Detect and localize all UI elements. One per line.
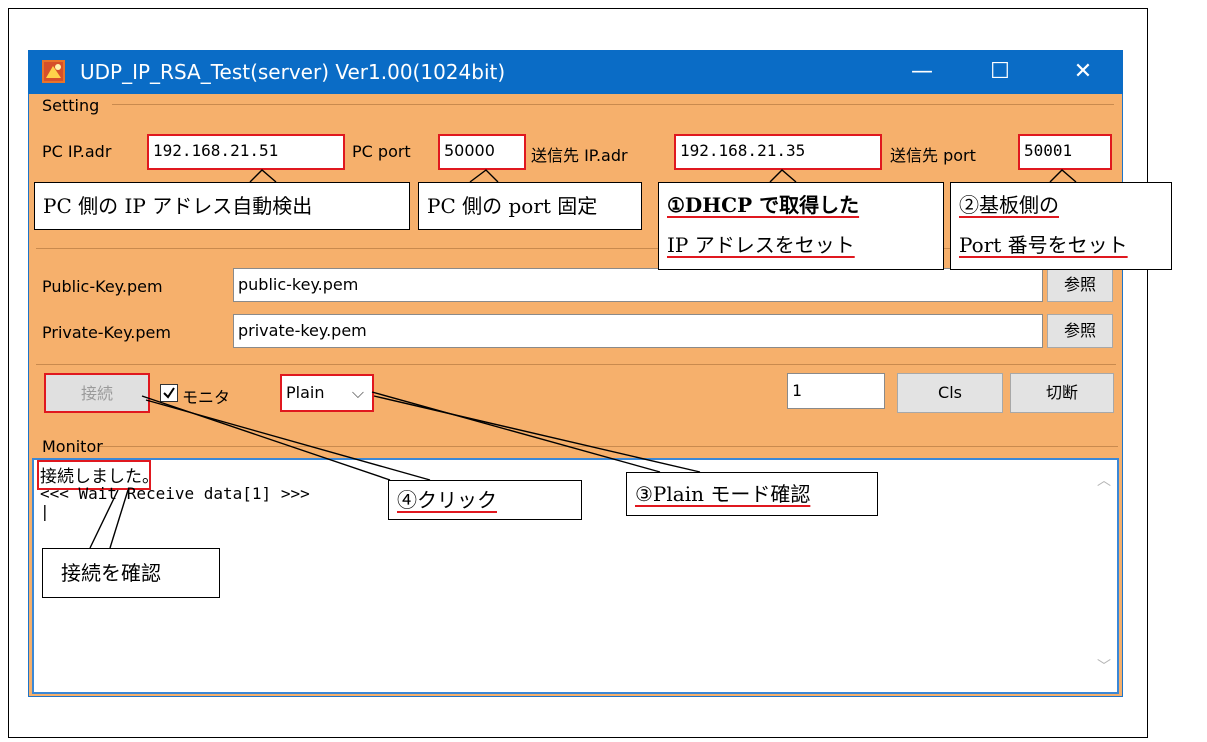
callout-board-line2: Port 番号をセット — [959, 233, 1128, 257]
callout-click: ④クリック — [388, 480, 582, 520]
callout-confirm: 接続を確認 — [42, 548, 220, 598]
callout-click-text: ④クリック — [397, 488, 497, 512]
callout-board: ②基板側の Port 番号をセット — [950, 182, 1172, 270]
callout-dhcp: ①DHCP で取得した IP アドレスをセット — [658, 182, 944, 270]
callout-confirm-text: 接続を確認 — [61, 561, 161, 585]
callout-plain-text: ③Plain モード確認 — [635, 482, 811, 506]
callout-pc-ip-text: PC 側の IP アドレス自動検出 — [43, 194, 313, 218]
callout-pc-port-text: PC 側の port 固定 — [427, 194, 598, 218]
callout-dhcp-line2: IP アドレスをセット — [667, 233, 855, 257]
callout-pc-ip: PC 側の IP アドレス自動検出 — [34, 182, 410, 230]
callout-board-line1: ②基板側の — [959, 193, 1059, 217]
callout-leader-lines — [89, 169, 1077, 549]
callout-plain: ③Plain モード確認 — [626, 472, 878, 516]
callout-dhcp-line1: ①DHCP で取得した — [667, 193, 860, 217]
callout-pc-port: PC 側の port 固定 — [418, 182, 642, 230]
